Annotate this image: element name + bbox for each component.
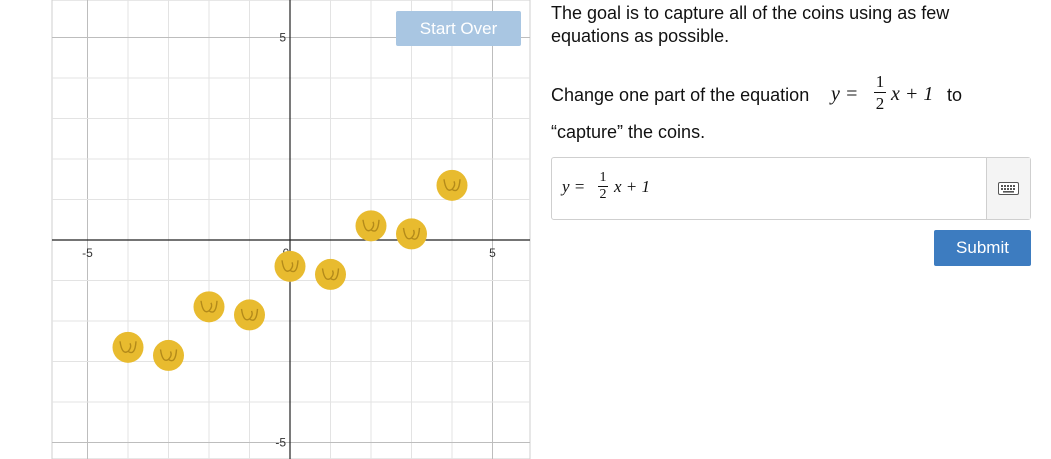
input-rhs: x + 1	[614, 177, 651, 196]
equation-fraction: 1 2	[874, 72, 886, 113]
coordinate-graph[interactable]: -5055-5 Start Over	[0, 0, 540, 459]
y-tick-label: -5	[275, 436, 286, 450]
coin	[234, 299, 265, 331]
keypad-toggle-button[interactable]	[986, 158, 1030, 219]
instructions: The goal is to capture all of the coins …	[551, 2, 1031, 142]
input-fraction: 1 2	[598, 170, 608, 202]
x-tick-label: 5	[489, 246, 496, 260]
equation-input-expression[interactable]: y = 1 2 x + 1	[562, 158, 982, 219]
equation-rhs: x + 1	[891, 83, 934, 105]
coin-face	[234, 299, 265, 331]
input-lhs: y =	[562, 177, 586, 196]
graph-frame	[51, 0, 531, 459]
coin-face	[355, 210, 387, 242]
goal-text: The goal is to capture all of the coins …	[551, 3, 950, 46]
coin-face	[153, 339, 184, 371]
graph-canvas[interactable]: -5055-5	[0, 0, 540, 459]
change-prefix: Change one part of the equation	[551, 85, 810, 105]
keyboard-icon	[998, 182, 1019, 195]
coin	[153, 339, 184, 371]
capture-text: “capture” the coins.	[551, 122, 706, 142]
equation-lhs: y =	[831, 83, 859, 105]
coin-face	[436, 169, 468, 201]
coin	[112, 331, 144, 363]
x-tick-label: -5	[82, 246, 93, 260]
coin	[436, 169, 468, 201]
equation-input[interactable]: y = 1 2 x + 1	[551, 157, 1031, 220]
coin-face	[112, 331, 144, 363]
coin	[315, 258, 346, 290]
coin	[396, 218, 427, 250]
coin	[274, 250, 306, 282]
submit-button[interactable]: Submit	[934, 230, 1031, 266]
coin-face	[274, 250, 306, 282]
coin	[355, 210, 387, 242]
change-suffix: to	[947, 85, 963, 105]
y-tick-label: 5	[279, 31, 286, 45]
coin-face	[315, 258, 346, 290]
start-over-button[interactable]: Start Over	[396, 11, 521, 46]
coin-face	[193, 291, 225, 323]
coin-face	[396, 218, 427, 250]
change-instruction: Change one part of the equation y = 1 2 …	[551, 72, 1031, 112]
coin	[193, 291, 225, 323]
